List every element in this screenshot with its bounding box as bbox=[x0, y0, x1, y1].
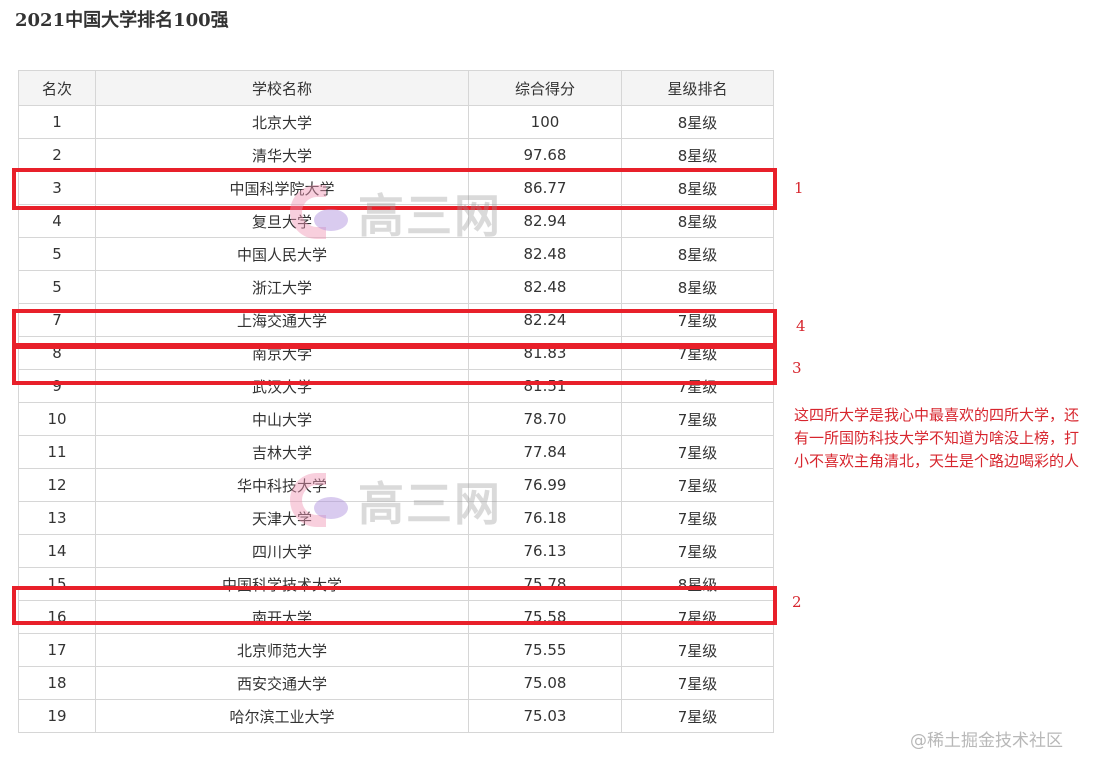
score-cell: 75.08 bbox=[468, 666, 622, 700]
rank-cell: 14 bbox=[18, 534, 96, 568]
table-row: 13 天津大学 76.18 7星级 bbox=[18, 501, 774, 535]
score-cell: 76.13 bbox=[468, 534, 622, 568]
table-row: 17 北京师范大学 75.55 7星级 bbox=[18, 633, 774, 667]
school-name-cell: 浙江大学 bbox=[95, 270, 469, 304]
star-rank-cell: 7星级 bbox=[621, 501, 774, 535]
star-rank-cell: 8星级 bbox=[621, 237, 774, 271]
score-cell: 82.48 bbox=[468, 270, 622, 304]
star-rank-cell: 8星级 bbox=[621, 138, 774, 172]
header-score: 综合得分 bbox=[468, 70, 622, 106]
table-row: 14 四川大学 76.13 7星级 bbox=[18, 534, 774, 568]
school-name-cell: 吉林大学 bbox=[95, 435, 469, 469]
star-rank-cell: 7星级 bbox=[621, 699, 774, 733]
page-title: 2021中国大学排名100强 bbox=[15, 10, 229, 31]
school-name-cell: 西安交通大学 bbox=[95, 666, 469, 700]
annotation-number-2: 2 bbox=[792, 593, 802, 611]
star-rank-cell: 8星级 bbox=[621, 105, 774, 139]
school-name-cell: 北京大学 bbox=[95, 105, 469, 139]
school-name-cell: 北京师范大学 bbox=[95, 633, 469, 667]
header-rank: 名次 bbox=[18, 70, 96, 106]
rank-cell: 5 bbox=[18, 237, 96, 271]
rank-cell: 1 bbox=[18, 105, 96, 139]
score-cell: 75.03 bbox=[468, 699, 622, 733]
highlight-box-4 bbox=[12, 309, 777, 347]
table-row: 10 中山大学 78.70 7星级 bbox=[18, 402, 774, 436]
table-row: 5 浙江大学 82.48 8星级 bbox=[18, 270, 774, 304]
school-name-cell: 四川大学 bbox=[95, 534, 469, 568]
rank-cell: 17 bbox=[18, 633, 96, 667]
school-name-cell: 华中科技大学 bbox=[95, 468, 469, 502]
table-row: 19 哈尔滨工业大学 75.03 7星级 bbox=[18, 699, 774, 733]
table-row: 5 中国人民大学 82.48 8星级 bbox=[18, 237, 774, 271]
score-cell: 77.84 bbox=[468, 435, 622, 469]
school-name-cell: 中国人民大学 bbox=[95, 237, 469, 271]
school-name-cell: 清华大学 bbox=[95, 138, 469, 172]
star-rank-cell: 7星级 bbox=[621, 468, 774, 502]
rank-cell: 11 bbox=[18, 435, 96, 469]
score-cell: 100 bbox=[468, 105, 622, 139]
score-cell: 76.18 bbox=[468, 501, 622, 535]
rank-cell: 13 bbox=[18, 501, 96, 535]
score-cell: 82.48 bbox=[468, 237, 622, 271]
annotation-number-4: 4 bbox=[796, 317, 806, 335]
highlight-box-3 bbox=[12, 345, 777, 385]
score-cell: 78.70 bbox=[468, 402, 622, 436]
annotation-comment: 这四所大学是我心中最喜欢的四所大学，还有一所国防科技大学不知道为啥没上榜，打小不… bbox=[794, 406, 1080, 470]
header-star-rank: 星级排名 bbox=[621, 70, 774, 106]
score-cell: 97.68 bbox=[468, 138, 622, 172]
school-name-cell: 哈尔滨工业大学 bbox=[95, 699, 469, 733]
star-rank-cell: 7星级 bbox=[621, 666, 774, 700]
school-name-cell: 天津大学 bbox=[95, 501, 469, 535]
header-school-name: 学校名称 bbox=[95, 70, 469, 106]
rank-cell: 2 bbox=[18, 138, 96, 172]
table-row: 2 清华大学 97.68 8星级 bbox=[18, 138, 774, 172]
star-rank-cell: 7星级 bbox=[621, 435, 774, 469]
highlight-box-1 bbox=[12, 168, 777, 210]
score-cell: 75.55 bbox=[468, 633, 622, 667]
rank-cell: 10 bbox=[18, 402, 96, 436]
rank-cell: 19 bbox=[18, 699, 96, 733]
rank-cell: 12 bbox=[18, 468, 96, 502]
star-rank-cell: 8星级 bbox=[621, 270, 774, 304]
rank-cell: 5 bbox=[18, 270, 96, 304]
table-row: 1 北京大学 100 8星级 bbox=[18, 105, 774, 139]
star-rank-cell: 7星级 bbox=[621, 633, 774, 667]
star-rank-cell: 7星级 bbox=[621, 534, 774, 568]
table-row: 11 吉林大学 77.84 7星级 bbox=[18, 435, 774, 469]
table-row: 12 华中科技大学 76.99 7星级 bbox=[18, 468, 774, 502]
site-watermark: @稀土掘金技术社区 bbox=[910, 731, 1063, 751]
rank-cell: 18 bbox=[18, 666, 96, 700]
table-header-row: 名次 学校名称 综合得分 星级排名 bbox=[18, 70, 774, 106]
table-row: 18 西安交通大学 75.08 7星级 bbox=[18, 666, 774, 700]
score-cell: 76.99 bbox=[468, 468, 622, 502]
school-name-cell: 中山大学 bbox=[95, 402, 469, 436]
annotation-number-3: 3 bbox=[792, 359, 802, 377]
annotation-number-1: 1 bbox=[794, 179, 804, 197]
highlight-box-2 bbox=[12, 586, 777, 625]
star-rank-cell: 7星级 bbox=[621, 402, 774, 436]
